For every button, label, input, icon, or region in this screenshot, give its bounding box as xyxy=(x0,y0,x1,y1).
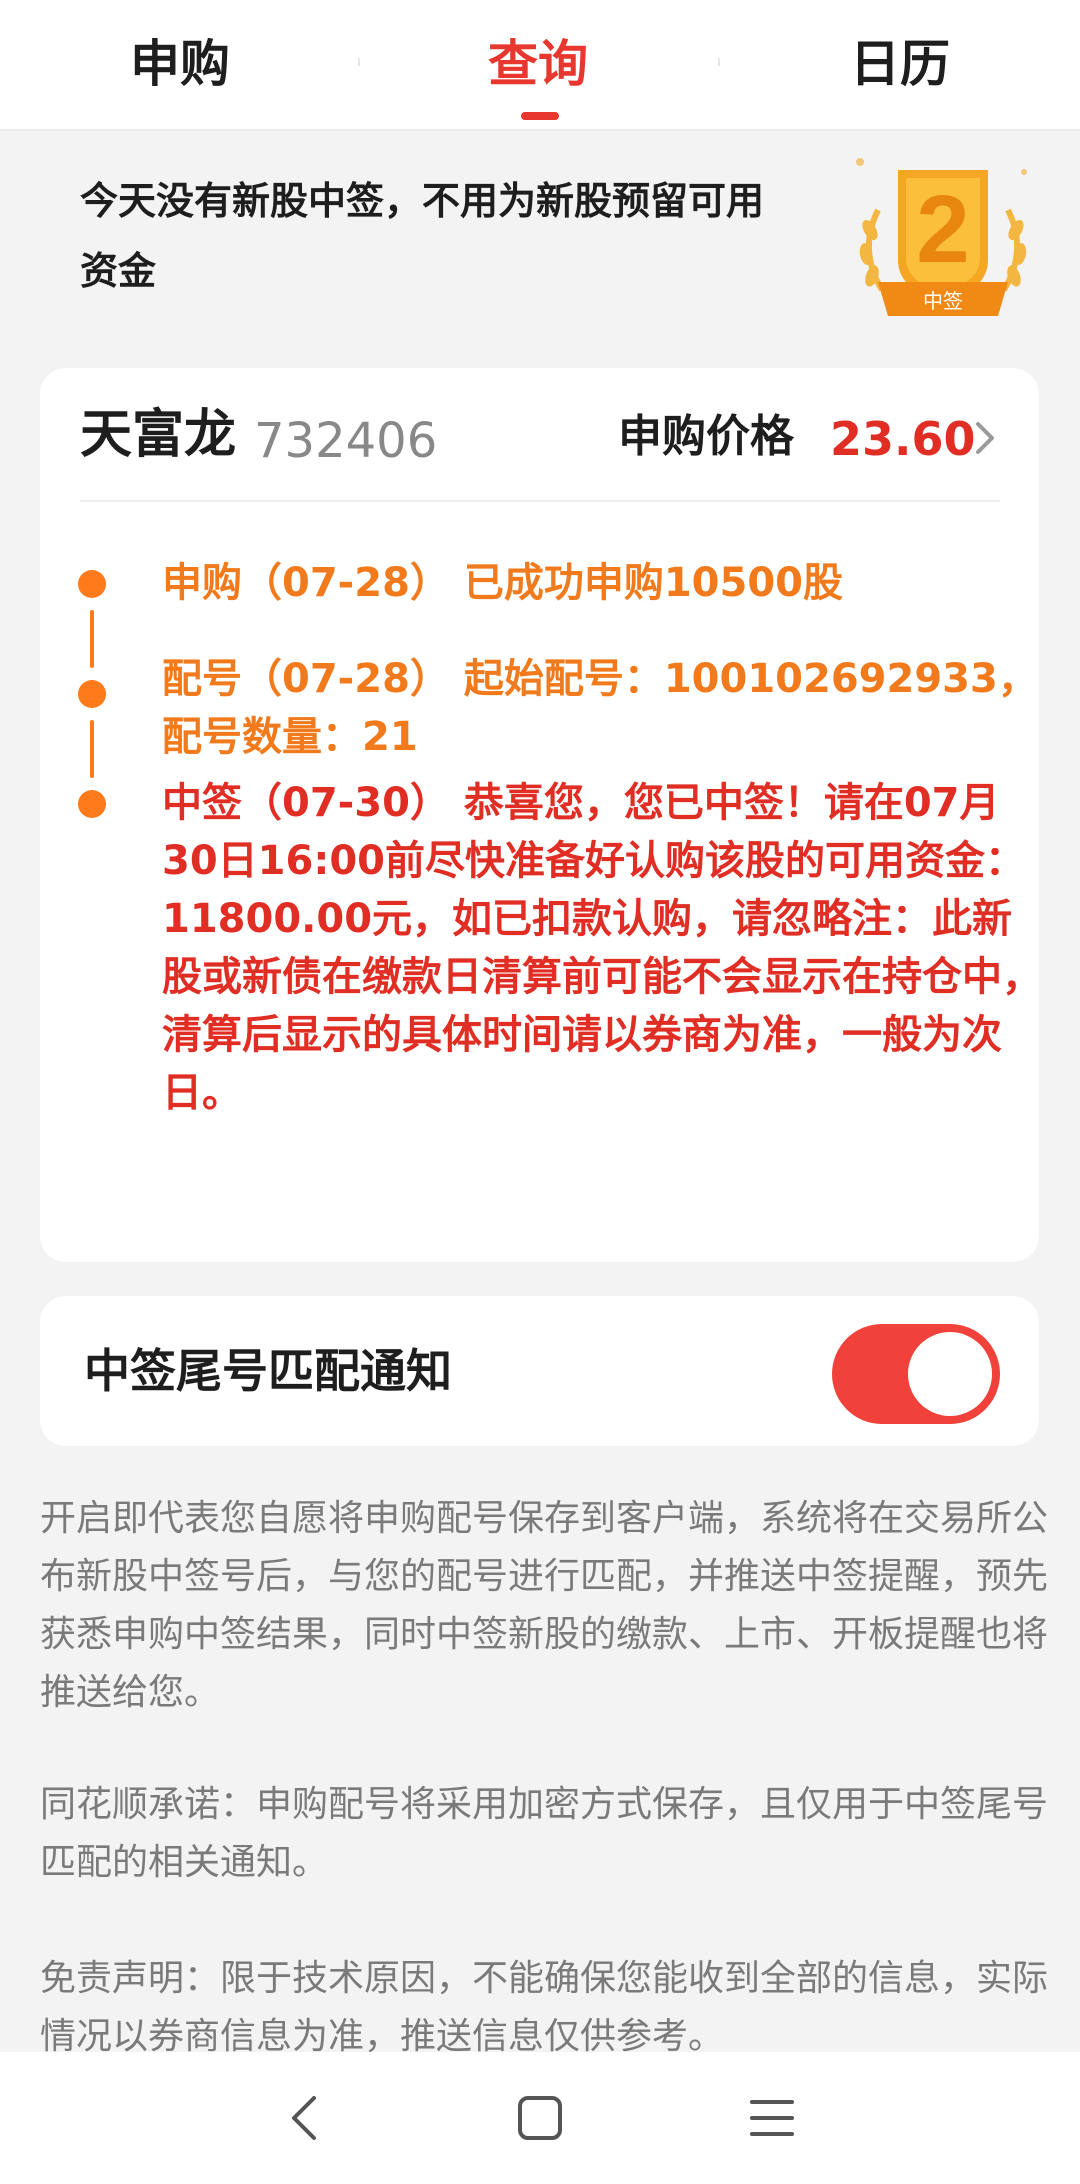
svg-text:中签: 中签 xyxy=(923,289,963,313)
stock-allotment-card: 天富龙 732406 申购价格 23.60 申购（07-28） 已成功申购105… xyxy=(40,368,1042,1262)
notification-setting-row: 中签尾号匹配通知 xyxy=(40,1296,1039,1446)
tab-subscribe[interactable]: 申购 xyxy=(80,24,280,104)
tab-separator xyxy=(718,58,720,66)
subscribe-price-label[interactable]: 申购价格 xyxy=(618,402,794,472)
svg-text:2: 2 xyxy=(916,176,969,283)
top-tab-bar: 申购 查询 日历 xyxy=(0,0,1080,131)
stock-name: 天富龙 xyxy=(80,405,237,465)
toggle-knob xyxy=(908,1332,992,1416)
no-allotment-notice: 今天没有新股中签，不用为新股预留可用资金 xyxy=(80,179,765,293)
timeline-step-allocation: 配号（07-28） 起始配号：100102692933，配号数量：21 xyxy=(162,656,1038,760)
timeline-line xyxy=(90,720,94,778)
card-divider xyxy=(80,500,1000,502)
back-icon[interactable] xyxy=(276,2088,336,2148)
notification-toggle-label: 中签尾号匹配通知 xyxy=(84,1344,452,1398)
stock-code: 732406 xyxy=(254,413,438,469)
timeline-dot xyxy=(78,570,106,598)
system-navigation-bar xyxy=(0,2052,1080,2184)
home-icon[interactable] xyxy=(510,2088,570,2148)
timeline-line xyxy=(90,610,94,668)
tab-calendar[interactable]: 日历 xyxy=(800,24,1000,104)
timeline-dot xyxy=(78,790,106,818)
timeline-step-winning: 中签（07-30） 恭喜您，您已中签！请在07月30日16:00前尽快准备好认购… xyxy=(162,780,1042,1116)
description-consent: 开启即代表您自愿将申购配号保存到客户端，系统将在交易所公布新股中签号后，与您的配… xyxy=(40,1498,1049,1713)
tab-query[interactable]: 查询 xyxy=(438,24,638,104)
tab-separator xyxy=(358,58,360,66)
active-tab-indicator xyxy=(521,112,559,120)
timeline-dot xyxy=(78,680,106,708)
notification-toggle-switch[interactable] xyxy=(832,1324,1000,1424)
description-privacy: 同花顺承诺：申购配号将采用加密方式保存，且仅用于中签尾号匹配的相关通知。 xyxy=(40,1784,1049,1883)
trophy-badge-icon: 2 中签 xyxy=(856,158,1027,316)
timeline-step-subscribe: 申购（07-28） 已成功申购10500股 xyxy=(162,560,844,606)
chevron-right-icon[interactable] xyxy=(970,418,1000,458)
description-disclaimer: 免责声明：限于技术原因，不能确保您能收到全部的信息，实际情况以券商信息为准，推送… xyxy=(40,1958,1049,2052)
subscribe-price-value[interactable]: 23.60 xyxy=(830,404,976,474)
menu-icon[interactable] xyxy=(742,2088,802,2148)
